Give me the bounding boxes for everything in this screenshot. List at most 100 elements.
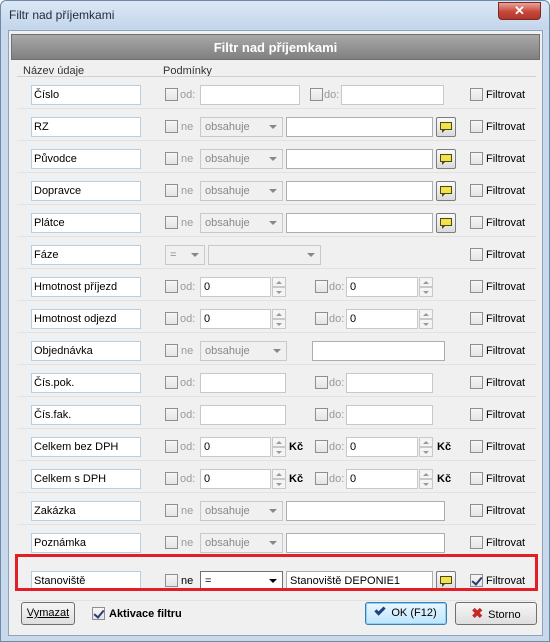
to-checkbox[interactable]	[310, 88, 323, 101]
filter-checkbox[interactable]	[470, 344, 483, 357]
field-name: Celkem s DPH	[31, 469, 141, 489]
filter-label: Filtrovat	[486, 575, 526, 587]
operator-select[interactable]: obsahuje	[200, 213, 283, 233]
from-spinner[interactable]	[272, 437, 286, 457]
phase-select[interactable]	[208, 245, 321, 265]
note-icon[interactable]	[436, 571, 456, 591]
close-button[interactable]: ✕	[498, 2, 541, 20]
negate-checkbox[interactable]	[165, 152, 178, 165]
filter-checkbox[interactable]	[470, 472, 483, 485]
filter-label: Filtrovat	[486, 185, 526, 197]
to-spinner[interactable]	[419, 469, 433, 489]
value-input[interactable]	[286, 501, 445, 521]
from-spinner[interactable]	[272, 309, 286, 329]
from-spinner[interactable]	[272, 277, 286, 297]
from-input[interactable]	[200, 405, 286, 425]
value-input[interactable]	[286, 117, 433, 137]
value-input[interactable]	[286, 149, 433, 169]
from-checkbox[interactable]	[165, 88, 178, 101]
filter-checkbox[interactable]	[470, 184, 483, 197]
filter-checkbox[interactable]	[470, 248, 483, 261]
to-input[interactable]: 0	[346, 309, 418, 329]
currency-label: Kč	[437, 441, 452, 453]
from-input[interactable]	[200, 85, 300, 105]
from-checkbox[interactable]	[165, 440, 178, 453]
to-spinner[interactable]	[419, 277, 433, 297]
from-input[interactable]: 0	[200, 277, 271, 297]
activate-filter-checkbox[interactable]	[92, 607, 105, 620]
filter-checkbox[interactable]	[470, 88, 483, 101]
filter-checkbox[interactable]	[470, 440, 483, 453]
operator-select[interactable]: obsahuje	[200, 501, 283, 521]
operator-select[interactable]: obsahuje	[200, 533, 283, 553]
from-checkbox[interactable]	[165, 472, 178, 485]
operator-select[interactable]: =	[165, 245, 205, 265]
field-name: Zakázka	[31, 501, 141, 521]
field-name: Čís.fak.	[31, 405, 141, 425]
from-input[interactable]	[200, 373, 286, 393]
clear-button[interactable]: Vymazat	[21, 602, 75, 625]
to-checkbox[interactable]	[315, 280, 328, 293]
from-checkbox[interactable]	[165, 376, 178, 389]
from-checkbox[interactable]	[165, 312, 178, 325]
filter-checkbox[interactable]	[470, 120, 483, 133]
to-input[interactable]	[346, 405, 433, 425]
from-input[interactable]: 0	[200, 469, 271, 489]
value-input[interactable]	[312, 341, 445, 361]
to-input[interactable]	[341, 85, 444, 105]
operator-select[interactable]: obsahuje	[200, 117, 283, 137]
to-checkbox[interactable]	[315, 312, 328, 325]
to-label: do:	[329, 409, 345, 421]
field-name: Dopravce	[31, 181, 141, 201]
filter-checkbox[interactable]	[470, 216, 483, 229]
to-input[interactable]	[346, 373, 433, 393]
operator-select[interactable]: =	[200, 571, 283, 591]
negate-checkbox[interactable]	[165, 344, 178, 357]
from-input[interactable]: 0	[200, 437, 271, 457]
operator-select[interactable]: obsahuje	[200, 341, 287, 361]
operator-select[interactable]: obsahuje	[200, 181, 283, 201]
filter-row-cislo: Číslo od: do: Filtrovat	[17, 77, 536, 109]
filter-checkbox[interactable]	[470, 408, 483, 421]
value-input[interactable]	[286, 533, 445, 553]
from-checkbox[interactable]	[165, 408, 178, 421]
note-icon[interactable]	[436, 117, 456, 137]
to-checkbox[interactable]	[315, 440, 328, 453]
to-checkbox[interactable]	[315, 472, 328, 485]
filter-checkbox[interactable]	[470, 376, 483, 389]
note-icon[interactable]	[436, 181, 456, 201]
operator-select[interactable]: obsahuje	[200, 149, 283, 169]
negate-checkbox[interactable]	[165, 120, 178, 133]
negate-checkbox[interactable]	[165, 536, 178, 549]
note-icon[interactable]	[436, 213, 456, 233]
field-name: Hmotnost odjezd	[31, 309, 141, 329]
filter-checkbox[interactable]	[470, 312, 483, 325]
from-spinner[interactable]	[272, 469, 286, 489]
value-input[interactable]	[286, 213, 433, 233]
to-checkbox[interactable]	[315, 408, 328, 421]
cancel-button[interactable]: ✖ Storno	[455, 602, 537, 625]
value-input[interactable]	[286, 181, 433, 201]
note-icon[interactable]	[436, 149, 456, 169]
filter-rows: Číslo od: do: Filtrovat RZ ne obsahuje F…	[17, 76, 536, 601]
value-input[interactable]: Stanoviště DEPONIE1	[286, 571, 433, 591]
to-input[interactable]: 0	[346, 437, 418, 457]
from-input[interactable]: 0	[200, 309, 271, 329]
to-checkbox[interactable]	[315, 376, 328, 389]
filter-checkbox[interactable]	[470, 574, 483, 587]
ok-button[interactable]: OK (F12)	[365, 602, 447, 625]
negate-checkbox[interactable]	[165, 574, 178, 587]
negate-checkbox[interactable]	[165, 184, 178, 197]
negate-checkbox[interactable]	[165, 216, 178, 229]
to-spinner[interactable]	[419, 437, 433, 457]
to-spinner[interactable]	[419, 309, 433, 329]
field-name: RZ	[31, 117, 141, 137]
filter-checkbox[interactable]	[470, 504, 483, 517]
filter-checkbox[interactable]	[470, 536, 483, 549]
from-checkbox[interactable]	[165, 280, 178, 293]
filter-checkbox[interactable]	[470, 152, 483, 165]
negate-checkbox[interactable]	[165, 504, 178, 517]
to-input[interactable]: 0	[346, 469, 418, 489]
filter-checkbox[interactable]	[470, 280, 483, 293]
to-input[interactable]: 0	[346, 277, 418, 297]
